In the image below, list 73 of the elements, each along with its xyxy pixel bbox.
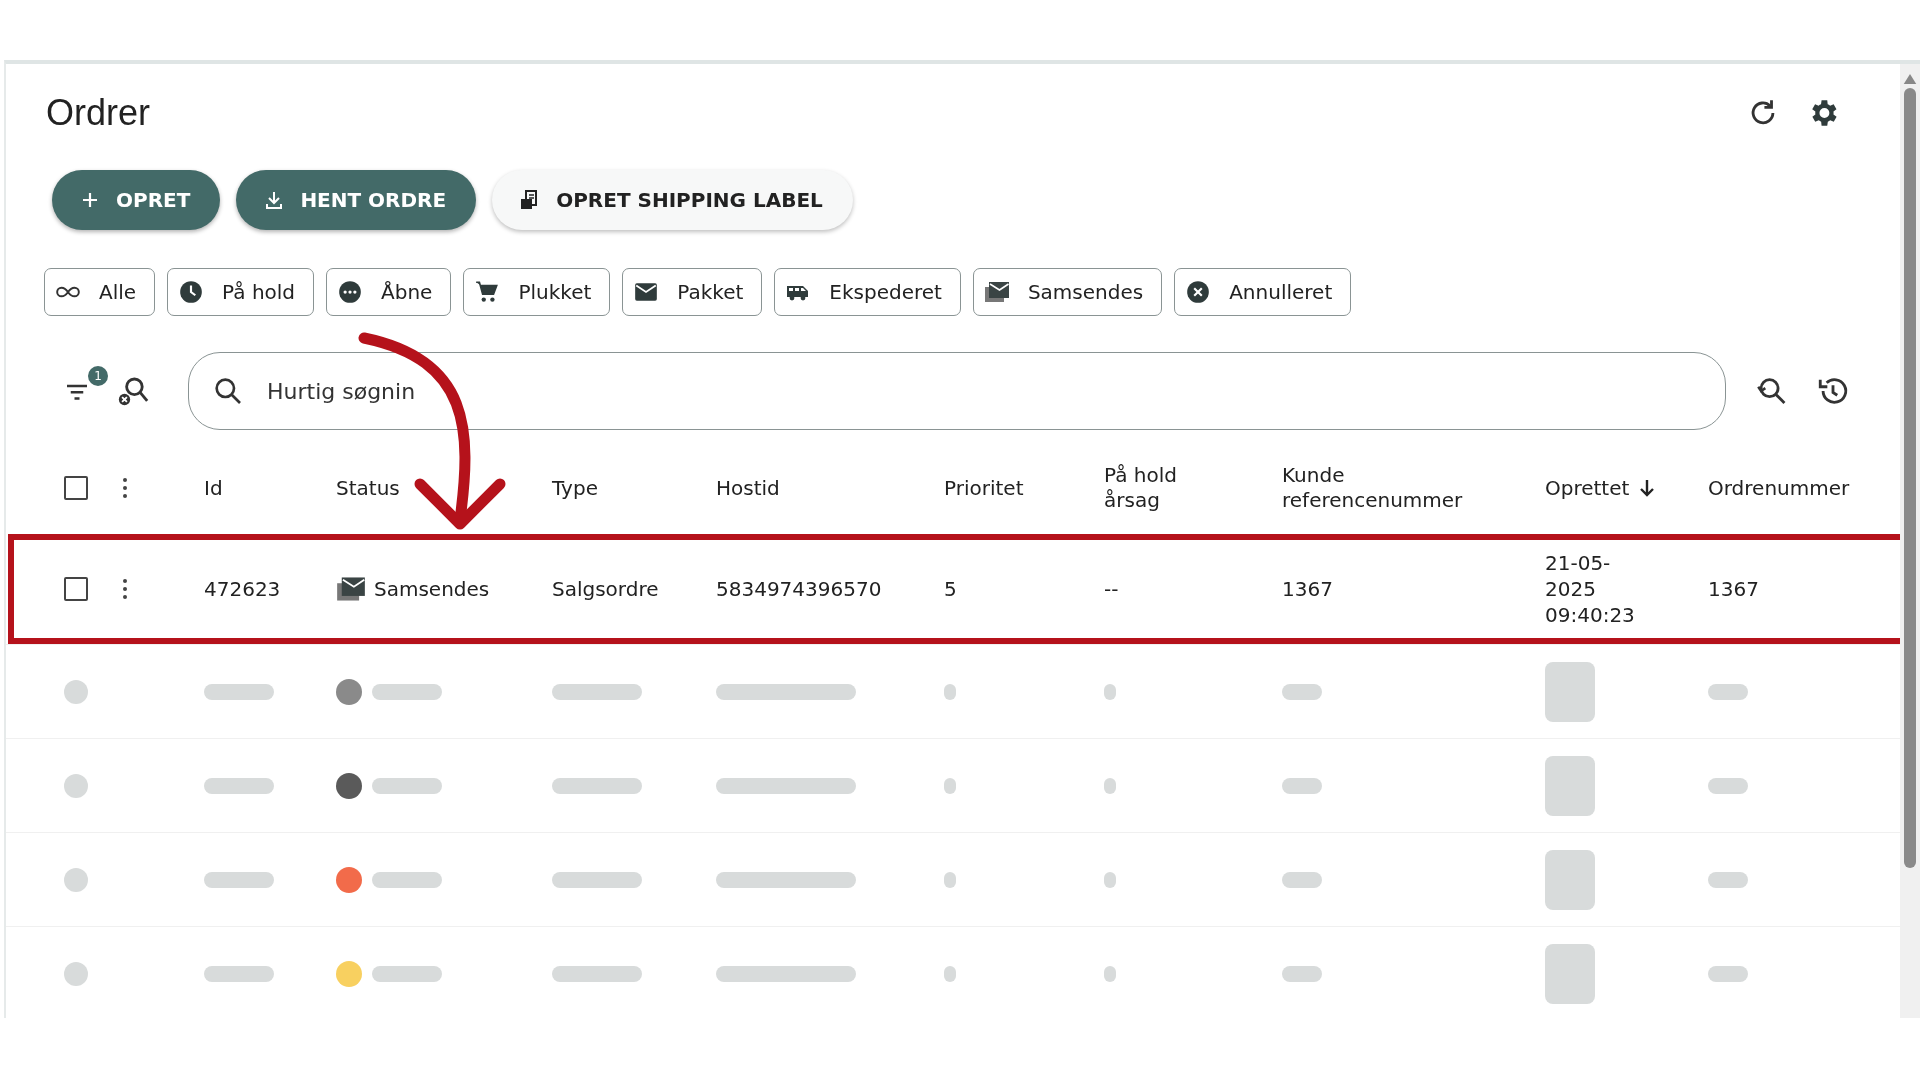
scrollbar[interactable] bbox=[1900, 64, 1920, 1018]
stacked-mail-icon bbox=[336, 575, 366, 603]
page-title: Ordrer bbox=[46, 92, 150, 134]
blurred-text bbox=[1545, 849, 1595, 910]
table-cell-text: -- bbox=[1104, 577, 1120, 601]
blurred-text bbox=[1708, 683, 1748, 700]
filter-chip[interactable]: På hold bbox=[167, 268, 315, 316]
filter-chip[interactable]: Plukket bbox=[463, 268, 611, 316]
blurred-text bbox=[204, 777, 274, 794]
table-cell-text: 5 bbox=[944, 577, 958, 601]
filter-chip[interactable]: Samsendes bbox=[972, 268, 1163, 316]
scroll-up-icon[interactable] bbox=[1903, 74, 1917, 84]
blurred-text bbox=[372, 683, 442, 700]
table-cell: 21-05-2025 09:40:23 bbox=[1545, 550, 1635, 628]
filter-chip[interactable]: Åbne bbox=[326, 268, 452, 316]
table-cell-text: 5834974396570 bbox=[716, 577, 883, 601]
scrollbar-thumb[interactable] bbox=[1904, 88, 1916, 868]
shipping-label-button[interactable]: OPRET SHIPPING LABEL bbox=[492, 170, 853, 230]
filter-chip[interactable]: Ekspederet bbox=[774, 268, 961, 316]
row-menu-icon[interactable] bbox=[122, 577, 128, 601]
filter-chip[interactable]: Pakket bbox=[622, 268, 763, 316]
column-header[interactable]: Oprettet bbox=[1545, 475, 1630, 501]
blurred-text bbox=[372, 777, 442, 794]
blurred-text bbox=[944, 871, 956, 888]
blurred-text bbox=[204, 871, 274, 888]
blurred-text bbox=[1282, 871, 1322, 888]
more-icon bbox=[337, 279, 364, 305]
blurred-text bbox=[204, 965, 274, 982]
column-header[interactable]: Kunde referencenummer bbox=[1282, 463, 1522, 513]
column-header[interactable]: Ordrenummer bbox=[1708, 475, 1850, 501]
blurred-text bbox=[1282, 683, 1322, 700]
blurred-text bbox=[372, 871, 442, 888]
blurred-text bbox=[1104, 871, 1116, 888]
select-all-checkbox[interactable] bbox=[64, 476, 88, 500]
action-button[interactable]: OPRET bbox=[52, 170, 221, 230]
column-header[interactable]: Id bbox=[204, 475, 223, 501]
cart-icon bbox=[474, 279, 501, 305]
blurred-text bbox=[1708, 871, 1748, 888]
blurred-text bbox=[372, 965, 442, 982]
blurred-text bbox=[1545, 755, 1595, 816]
blurred-text bbox=[1104, 965, 1116, 982]
blurred-text bbox=[204, 683, 274, 700]
table-cell-text: 1367 bbox=[1282, 577, 1334, 601]
blurred-text bbox=[1545, 943, 1595, 1004]
table-cell-text: Salgsordre bbox=[552, 577, 660, 601]
blurred-text bbox=[1104, 777, 1116, 794]
cancel-icon bbox=[1185, 279, 1212, 305]
filter-chip[interactable]: Annulleret bbox=[1174, 268, 1352, 316]
filter-count-badge: 1 bbox=[88, 366, 108, 386]
search-field[interactable]: Hurtig søgnin bbox=[188, 352, 1726, 430]
status-text: Samsendes bbox=[374, 577, 490, 601]
action-button[interactable]: HENT ORDRE bbox=[236, 170, 477, 230]
blurred-text bbox=[944, 777, 956, 794]
blurred-text bbox=[1708, 777, 1748, 794]
column-header[interactable]: På hold årsag bbox=[1104, 463, 1224, 513]
column-header[interactable]: Prioritet bbox=[944, 475, 1024, 501]
clock-icon bbox=[178, 279, 205, 305]
blurred-text bbox=[1545, 661, 1595, 722]
blurred-text bbox=[1282, 777, 1322, 794]
blurred-text bbox=[944, 683, 956, 700]
column-header[interactable]: Hostid bbox=[716, 475, 780, 501]
blurred-text bbox=[944, 965, 956, 982]
table-cell-text: 472623 bbox=[204, 577, 282, 601]
stacked-mail-icon bbox=[983, 279, 1010, 305]
column-header[interactable]: Status bbox=[336, 475, 400, 501]
table-cell-text: 1367 bbox=[1708, 577, 1760, 601]
blurred-text bbox=[1104, 683, 1116, 700]
blurred-text bbox=[1708, 965, 1748, 982]
blurred-text bbox=[1282, 965, 1322, 982]
row-checkbox[interactable] bbox=[64, 577, 88, 601]
more-options-icon[interactable] bbox=[122, 476, 128, 500]
filter-chip[interactable]: Alle bbox=[44, 268, 156, 316]
column-header[interactable]: Type bbox=[552, 475, 598, 501]
